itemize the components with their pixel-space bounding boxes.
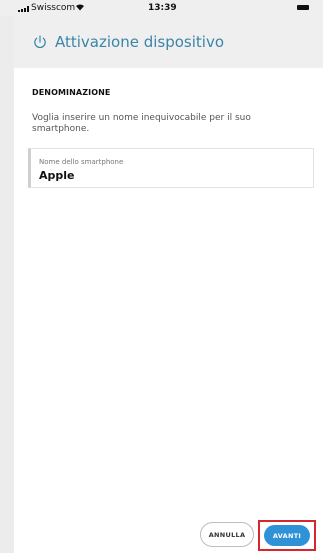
section-title: DENOMINAZIONE	[32, 88, 111, 97]
field-label: Nome dello smartphone	[39, 158, 124, 166]
battery-icon	[297, 5, 309, 10]
highlight-box: AVANTI	[258, 520, 316, 551]
carrier-name: Swisscom	[31, 3, 76, 13]
status-bar: Swisscom 13:39	[0, 0, 323, 16]
smartphone-name-input[interactable]	[39, 169, 299, 182]
section-description: Voglia inserire un nome inequivocabile p…	[32, 113, 251, 134]
smartphone-name-field[interactable]: Nome dello smartphone	[28, 148, 314, 188]
footer-actions: ANNULLA AVANTI	[14, 520, 323, 553]
page-title: Attivazione dispositivo	[55, 33, 225, 51]
cancel-button[interactable]: ANNULLA	[200, 522, 254, 547]
app-header: Attivazione dispositivo	[14, 16, 323, 68]
phone-screen: Swisscom 13:39 Attivazione dispositivo D…	[0, 0, 323, 553]
left-margin	[0, 16, 14, 553]
signal-icon	[18, 6, 30, 12]
power-icon	[32, 34, 48, 50]
next-button[interactable]: AVANTI	[264, 525, 310, 546]
wifi-icon	[75, 3, 85, 14]
main-content: DENOMINAZIONE Voglia inserire un nome in…	[14, 68, 323, 553]
clock: 13:39	[148, 3, 177, 13]
